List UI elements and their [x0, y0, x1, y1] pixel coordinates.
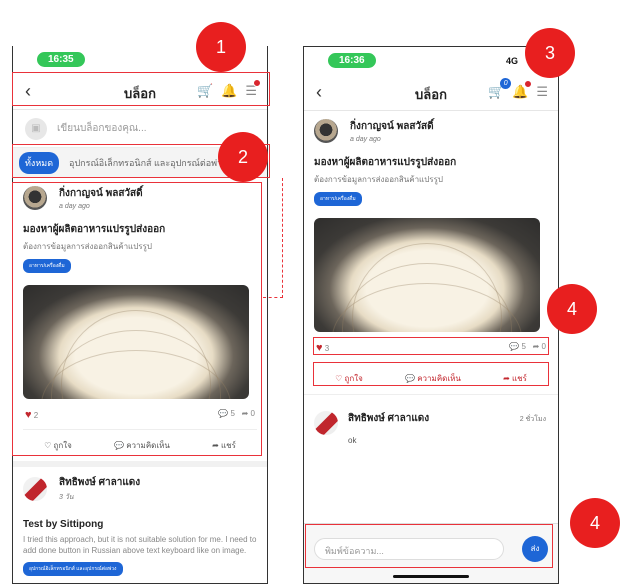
- cart-badge: 0: [500, 78, 512, 89]
- post-card[interactable]: สิทธิพงษ์ ศาลาแดง 3 วัน Test by Sittipon…: [13, 467, 267, 576]
- cart-icon[interactable]: 🛒 0: [488, 78, 512, 100]
- chat-icon[interactable]: ☰: [536, 84, 548, 100]
- highlight-post: [12, 182, 262, 456]
- status-time: 16:35: [37, 52, 85, 67]
- post-author: กิ่งกาญจน์ พลสวัสดิ์ a day ago: [314, 119, 548, 143]
- highlight-counts: [313, 337, 549, 355]
- callout-4: 4: [547, 284, 597, 334]
- post-text: I tried this approach, but it is not sui…: [23, 535, 257, 555]
- post-time: 3 วัน: [59, 494, 74, 501]
- signal-indicator: 4G: [505, 56, 518, 66]
- image-icon[interactable]: ▣: [25, 117, 47, 140]
- highlight-actions: [313, 362, 549, 386]
- post-title: มองหาผู้ผลิตอาหารแปรรูปส่งออก: [314, 157, 457, 168]
- avatar[interactable]: [314, 411, 338, 435]
- post-title: Test by Sittipong: [23, 519, 104, 530]
- connector-line: [263, 297, 283, 298]
- post-desc: ต้องการข้อมูลการส่งออกสินค้าแปรรูป: [314, 175, 443, 184]
- post-tag[interactable]: อาหาร/เครื่องดื่ม: [314, 192, 362, 206]
- comment-text: ok: [348, 436, 357, 445]
- compose-placeholder[interactable]: เขียนบล็อกของคุณ...: [57, 121, 147, 136]
- avatar[interactable]: [314, 119, 338, 143]
- bell-icon[interactable]: 🔔: [512, 80, 533, 100]
- status-bar: 16:36 4G: [304, 47, 558, 75]
- status-time: 16:36: [328, 53, 376, 68]
- author-name[interactable]: กิ่งกาญจน์ พลสวัสดิ์: [350, 119, 434, 134]
- comment-author[interactable]: สิทธิพงษ์ ศาลาแดง: [348, 411, 429, 426]
- right-phone-screen: 16:36 4G ‹ บล็อก 🛒 0 🔔 ☰ กิ่งกาญจน์ พลสวั…: [303, 46, 559, 584]
- comment-time: 2 ชั่วโมง: [519, 416, 546, 423]
- comment-item: สิทธิพงษ์ ศาลาแดง ok 2 ชั่วโมง: [304, 394, 558, 453]
- author-name[interactable]: สิทธิพงษ์ ศาลาแดง: [59, 475, 140, 490]
- avatar[interactable]: [23, 477, 47, 501]
- highlight-header-left: [12, 72, 270, 106]
- post-time: a day ago: [350, 136, 381, 143]
- callout-1: 1: [196, 22, 246, 72]
- post-tag[interactable]: อุปกรณ์อิเล็กทรอนิกส์ และอุปกรณ์ต่อพ่วง: [23, 562, 123, 576]
- header: ‹ บล็อก 🛒 0 🔔 ☰: [304, 75, 558, 111]
- highlight-input: [305, 524, 553, 568]
- callout-4b: 4: [570, 498, 620, 548]
- connector-line: [282, 178, 283, 298]
- post-image[interactable]: [314, 218, 540, 332]
- callout-3: 3: [525, 28, 575, 78]
- post-author: สิทธิพงษ์ ศาลาแดง 3 วัน: [23, 475, 257, 503]
- callout-2: 2: [218, 132, 268, 182]
- header-icons: 🛒 0 🔔 ☰: [488, 78, 548, 100]
- home-indicator: [393, 575, 469, 578]
